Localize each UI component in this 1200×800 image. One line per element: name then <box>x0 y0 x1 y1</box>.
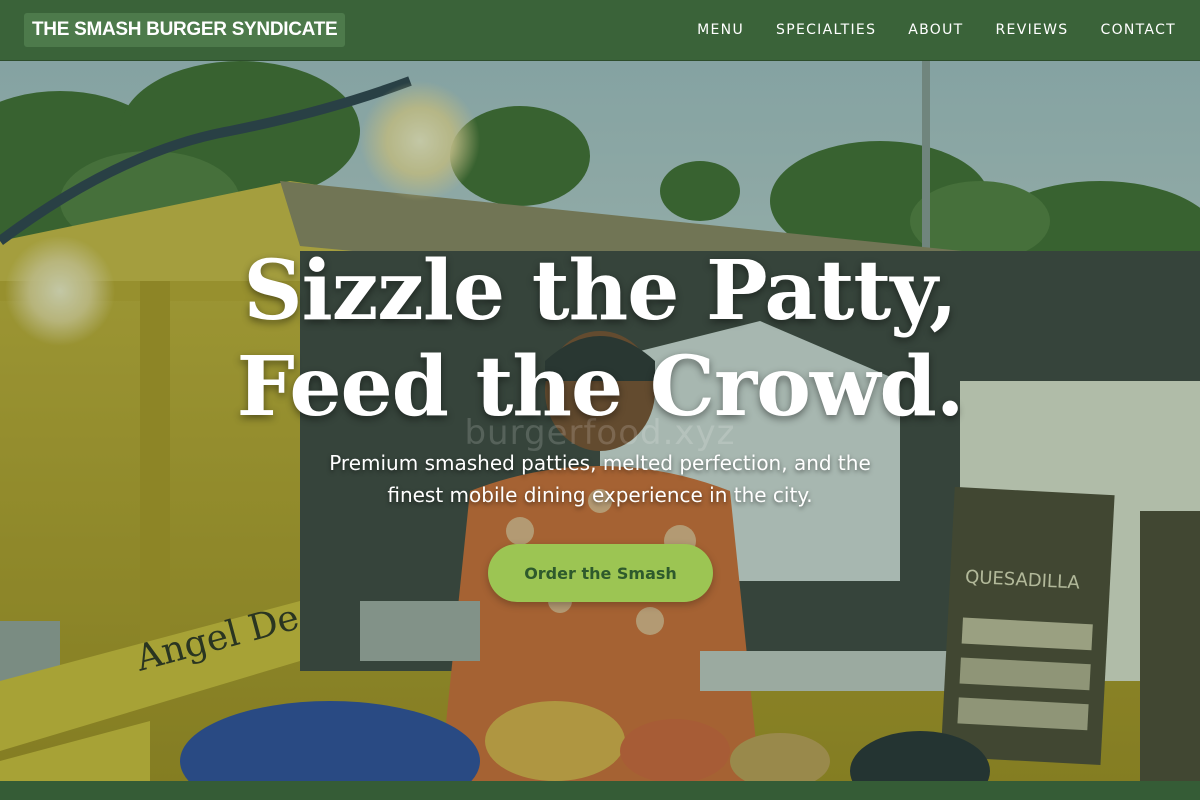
order-cta-button[interactable]: Order the Smash <box>488 544 713 602</box>
hero-title-line-2: Feed the Crowd. <box>236 339 965 435</box>
hero-subtitle-line-1: Premium smashed patties, melted perfecti… <box>329 451 871 475</box>
nav-link-menu[interactable]: MENU <box>697 22 744 38</box>
brand-logo-link[interactable]: THE SMASH BURGER SYNDICATE <box>24 13 346 47</box>
hero-subtitle-line-2: finest mobile dining experience in the c… <box>387 483 813 507</box>
main-nav: MENU SPECIALTIES ABOUT REVIEWS CONTACT <box>665 22 1176 38</box>
nav-link-contact[interactable]: CONTACT <box>1101 22 1177 38</box>
nav-link-reviews[interactable]: REVIEWS <box>996 22 1069 38</box>
nav-link-about[interactable]: ABOUT <box>908 22 963 38</box>
nav-link-specialties[interactable]: SPECIALTIES <box>776 22 876 38</box>
top-navbar: THE SMASH BURGER SYNDICATE MENU SPECIALT… <box>0 0 1200 61</box>
hero-section: Angel De QUESADILLA burgerfood.xyz Sizzl… <box>0 61 1200 781</box>
bottom-strip <box>0 781 1200 800</box>
hero-title-line-1: Sizzle the Patty, <box>243 243 957 339</box>
